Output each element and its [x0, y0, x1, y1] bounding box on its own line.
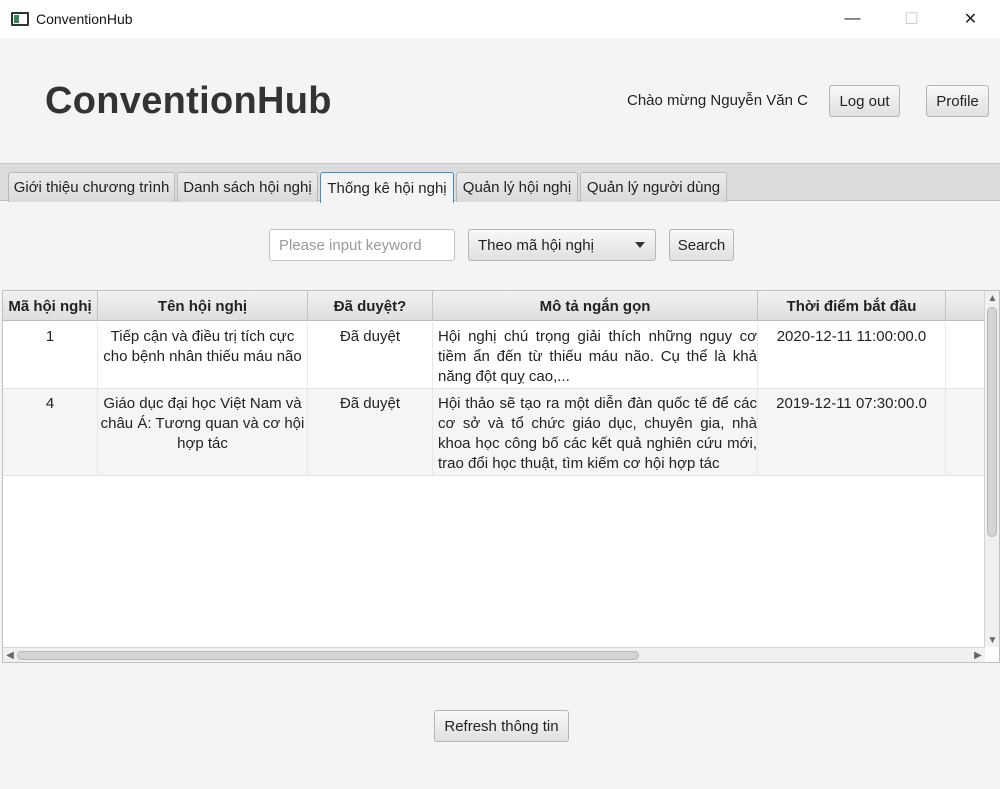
search-filter-select[interactable]: Theo mã hội nghị: [468, 229, 656, 261]
table-row[interactable]: 4 Giáo dục đại học Việt Nam và châu Á: T…: [3, 389, 985, 476]
tab-gioi-thieu[interactable]: Giới thiệu chương trình: [8, 172, 175, 202]
search-filter-value: Theo mã hội nghị: [478, 236, 594, 254]
cell-id: 4: [3, 389, 98, 475]
tab-bar: Giới thiệu chương trình Danh sách hội ng…: [0, 163, 1000, 203]
horizontal-scrollbar[interactable]: ◀ ▶: [3, 647, 985, 662]
column-header-name[interactable]: Tên hội nghị: [98, 291, 308, 321]
chevron-down-icon: [635, 242, 645, 248]
scroll-up-icon[interactable]: ▲: [985, 291, 999, 305]
welcome-text: Chào mừng Nguyễn Văn C: [627, 92, 808, 109]
scroll-down-icon[interactable]: ▼: [985, 633, 999, 647]
brand-title: ConventionHub: [45, 80, 332, 122]
column-header-description[interactable]: Mô tả ngắn gọn: [433, 291, 758, 321]
column-header-start-time[interactable]: Thời điểm bắt đầu: [758, 291, 946, 321]
conference-table[interactable]: Mã hội nghị Tên hội nghị Đã duyệt? Mô tả…: [2, 290, 1000, 663]
table-header: Mã hội nghị Tên hội nghị Đã duyệt? Mô tả…: [3, 291, 985, 321]
cell-description: Hội nghị chú trọng giải thích những nguy…: [433, 322, 758, 388]
tab-danh-sach[interactable]: Danh sách hội nghị: [177, 172, 318, 202]
column-header-id[interactable]: Mã hội nghị: [3, 291, 98, 321]
title-bar: ConventionHub — ☐ ✕: [0, 0, 1000, 38]
window-title: ConventionHub: [36, 11, 133, 27]
minimize-icon[interactable]: —: [823, 0, 882, 38]
window-controls: — ☐ ✕: [823, 0, 1000, 38]
cell-description: Hội thảo sẽ tạo ra một diễn đàn quốc tế …: [433, 389, 758, 475]
cell-approved: Đã duyệt: [308, 389, 433, 475]
cell-extra: [946, 322, 985, 388]
scroll-left-icon[interactable]: ◀: [3, 648, 17, 662]
search-button[interactable]: Search: [669, 229, 734, 261]
app-icon: [11, 12, 29, 26]
logout-button[interactable]: Log out: [829, 85, 900, 117]
tab-thong-ke[interactable]: Thống kê hội nghị: [320, 172, 454, 203]
cell-name: Giáo dục đại học Việt Nam và châu Á: Tươ…: [98, 389, 308, 475]
tab-quan-ly-hoi-nghi[interactable]: Quản lý hội nghị: [456, 172, 578, 202]
cell-start-time: 2019-12-11 07:30:00.0: [758, 389, 946, 475]
column-header-extra[interactable]: [946, 291, 985, 321]
refresh-button[interactable]: Refresh thông tin: [434, 710, 569, 742]
horizontal-scroll-thumb[interactable]: [17, 651, 639, 660]
vertical-scrollbar[interactable]: ▲ ▼: [984, 291, 999, 647]
table-row[interactable]: 1 Tiếp cận và điều trị tích cực cho bệnh…: [3, 322, 985, 389]
search-input[interactable]: [269, 229, 455, 261]
maximize-icon: ☐: [904, 11, 919, 28]
cell-name: Tiếp cận và điều trị tích cực cho bệnh n…: [98, 322, 308, 388]
column-header-approved[interactable]: Đã duyệt?: [308, 291, 433, 321]
cell-start-time: 2020-12-11 11:00:00.0: [758, 322, 946, 388]
cell-id: 1: [3, 322, 98, 388]
close-icon[interactable]: ✕: [941, 0, 1000, 38]
app-header: ConventionHub Chào mừng Nguyễn Văn C Log…: [0, 38, 1000, 163]
vertical-scroll-thumb[interactable]: [987, 307, 997, 537]
cell-approved: Đã duyệt: [308, 322, 433, 388]
scroll-right-icon[interactable]: ▶: [971, 648, 985, 662]
tab-quan-ly-nguoi-dung[interactable]: Quản lý người dùng: [580, 172, 727, 202]
cell-extra: [946, 389, 985, 475]
profile-button[interactable]: Profile: [926, 85, 989, 117]
